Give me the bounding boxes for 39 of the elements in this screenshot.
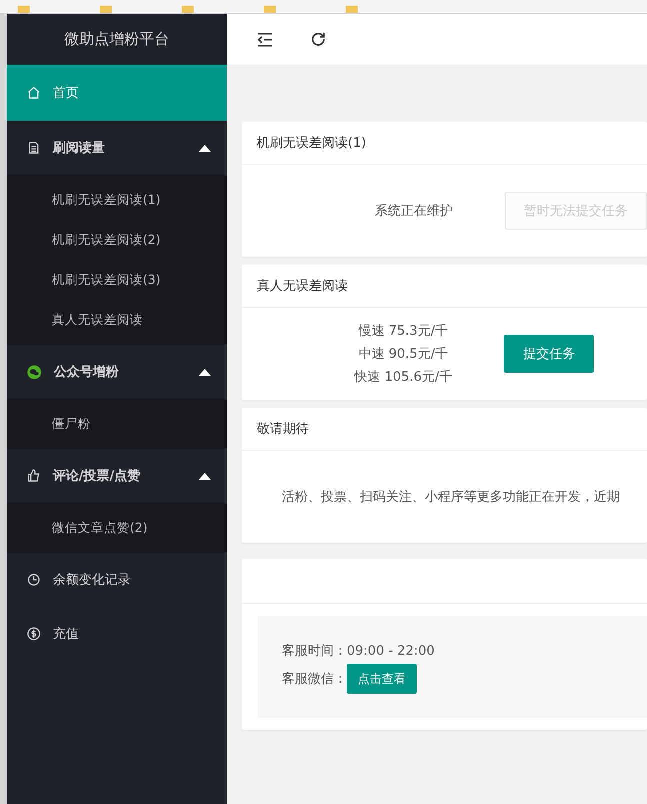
price-text: 快速 105.6元/千 [354, 369, 452, 386]
sidebar-item[interactable]: 充值 [7, 607, 227, 661]
sidebar-item[interactable]: 余额变化记录 [7, 553, 227, 607]
refresh-icon[interactable] [311, 32, 326, 47]
sidebar-item[interactable]: 刷阅读量 [7, 121, 227, 175]
sidebar-item[interactable]: 评论/投票/点赞 [7, 449, 227, 503]
sidebar-subitem[interactable]: 真人无误差阅读 [7, 300, 227, 340]
notice-text: 活粉、投票、扫码关注、小程序等更多功能正在开发，近期 [282, 489, 620, 506]
dollar-coin-icon [27, 627, 41, 641]
price-text: 中速 90.5元/千 [358, 346, 448, 363]
sidebar-item[interactable]: 公众号增粉 [7, 345, 227, 399]
sidebar-subitem[interactable]: 机刷无误差阅读(1) [7, 180, 227, 220]
folder-icon [264, 6, 276, 13]
sidebar-subitem[interactable]: 机刷无误差阅读(3) [7, 260, 227, 300]
card-title: 机刷无误差阅读(1) [242, 122, 647, 165]
submit-button[interactable]: 点击查看 [347, 664, 417, 694]
sidebar-item[interactable]: 首页 [7, 65, 227, 121]
card-title: 真人无误差阅读 [242, 265, 647, 308]
sidebar-subitem[interactable]: 机刷无误差阅读(2) [7, 220, 227, 260]
folder-icon [182, 6, 194, 13]
clock-icon [27, 573, 41, 587]
caret-icon [199, 368, 211, 376]
wechat-label: 客服微信： [282, 671, 347, 688]
document-icon [27, 141, 41, 155]
folder-icon [18, 6, 30, 13]
chat-bubbles-icon [27, 364, 42, 380]
home-icon [27, 86, 41, 100]
folder-icon [100, 6, 112, 13]
site-title: 微助点增粉平台 [64, 29, 170, 50]
card-title: 敬请期待 [242, 408, 647, 451]
service-hours-text: 客服时间：09:00 - 22:00 [282, 643, 436, 660]
submit-button[interactable]: 提交任务 [504, 335, 594, 373]
caret-icon [199, 472, 211, 480]
status-text: 系统正在维护 [375, 203, 453, 220]
folder-icon [346, 6, 358, 13]
price-text: 慢速 75.3元/千 [358, 323, 448, 340]
thumbs-up-icon [27, 469, 41, 483]
menu-fold-icon[interactable] [257, 32, 273, 46]
caret-icon [199, 144, 211, 152]
